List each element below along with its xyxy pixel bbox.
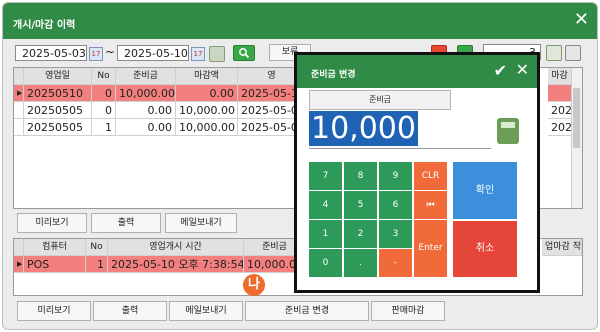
col-open-time-full: 영업개시 시간 [108,239,244,256]
sales-close-button[interactable]: 판매마감 [371,301,445,321]
export-icon[interactable] [209,46,225,62]
key-1[interactable]: 1 [309,220,342,248]
key-6[interactable]: 6 [379,191,412,219]
history-grid-scrollbar[interactable] [571,68,582,208]
mail-button[interactable]: 메일보내기 [169,301,243,321]
printer-icon[interactable] [565,45,581,61]
window-title: 개시/마감 이력 [13,20,76,31]
key-9[interactable]: 9 [379,162,412,190]
key-0[interactable]: 0 [309,249,342,277]
scrollbar-thumb[interactable] [573,88,580,148]
confirm-check-icon[interactable]: ✔ [494,61,507,80]
title-bar: 개시/마감 이력 ✕ [3,3,597,39]
window-close-icon[interactable]: ✕ [574,9,589,30]
preview-button[interactable]: 미리보기 [17,301,91,321]
col-business-date: 영업일 [24,68,92,85]
calendar-to-icon[interactable]: 17 [191,47,205,61]
key-4[interactable]: 4 [309,191,342,219]
col-reserve: 준비금 [116,68,176,85]
col-close-job: 업마감 작업 [542,239,582,256]
change-reserve-button[interactable]: 준비금 변경 [245,301,369,321]
reserve-change-dialog: 준비금 변경 ✔ ✕ 준비금 10,000 7 8 9 CLR 4 5 6 ⏮ … [294,52,540,293]
col-close-amount: 마감액 [176,68,238,85]
key-minus[interactable]: - [379,249,412,277]
dialog-title-bar: 준비금 변경 ✔ ✕ [297,55,537,88]
dialog-close-icon[interactable]: ✕ [516,60,529,79]
key-7[interactable]: 7 [309,162,342,190]
confirm-button[interactable]: 확인 [453,162,517,219]
top-print-button[interactable]: 출력 [91,213,161,233]
key-3[interactable]: 3 [379,220,412,248]
date-from-field[interactable]: 2025-05-03 [15,45,87,61]
amount-display[interactable]: 10,000 [309,111,491,149]
date-range-tilde: ~ [105,45,116,59]
key-decimal[interactable]: . [344,249,377,277]
top-mail-button[interactable]: 메일보내기 [165,213,237,233]
top-preview-button[interactable]: 미리보기 [17,213,87,233]
col-close-right: 마감 [548,68,572,85]
key-5[interactable]: 5 [344,191,377,219]
key-8[interactable]: 8 [344,162,377,190]
calculator-icon [497,118,519,144]
col-no: No [92,68,116,85]
cancel-button[interactable]: 취소 [453,221,517,277]
date-to-field[interactable]: 2025-05-10 [117,45,189,61]
search-button[interactable] [233,45,255,61]
key-clear[interactable]: CLR [414,162,447,190]
col-session-no: No [86,239,108,256]
excel-icon[interactable] [546,45,562,61]
key-enter[interactable]: Enter [414,220,447,277]
print-button[interactable]: 출력 [93,301,167,321]
dialog-title: 준비금 변경 [311,70,356,80]
col-computer: 컴퓨터 [24,239,86,256]
annotation-badge: 나 [243,274,265,296]
key-2[interactable]: 2 [344,220,377,248]
amount-value: 10,000 [309,111,418,146]
reserve-label-box: 준비금 [309,90,451,110]
key-backspace[interactable]: ⏮ [414,191,447,219]
search-icon [239,48,250,59]
calendar-from-icon[interactable]: 17 [89,47,103,61]
